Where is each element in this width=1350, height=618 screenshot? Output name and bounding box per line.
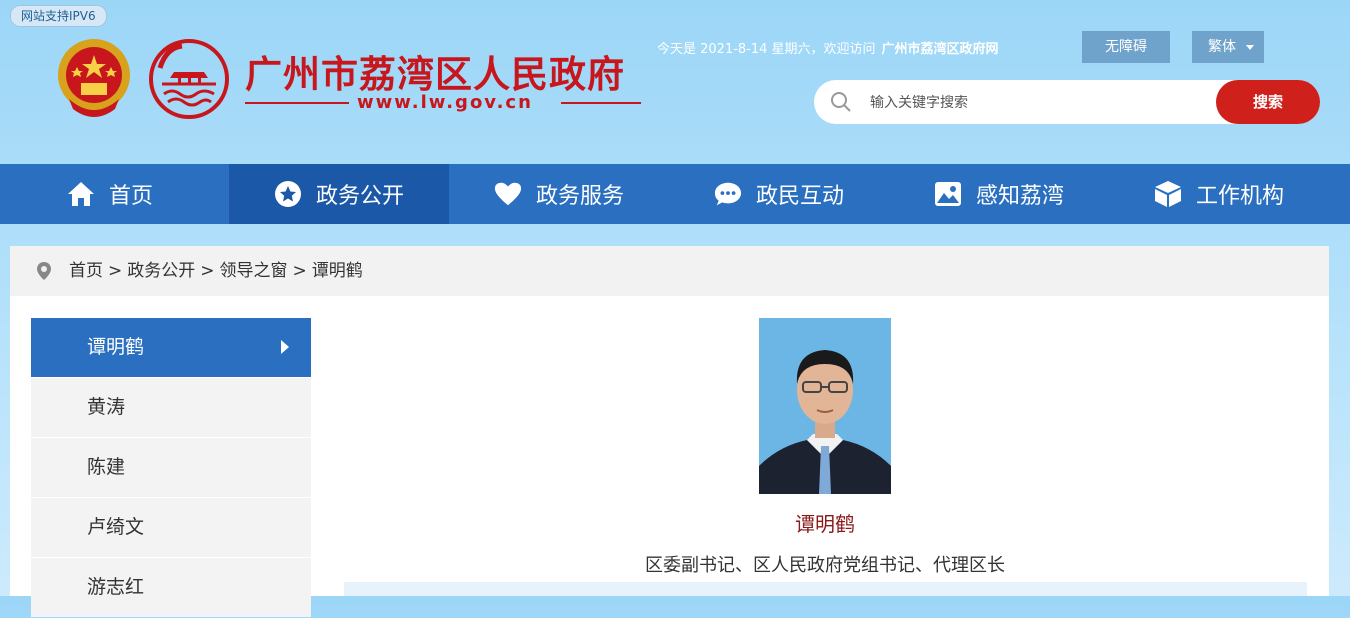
chat-icon bbox=[714, 180, 742, 208]
site-title: 广州市荔湾区人民政府 bbox=[245, 52, 625, 96]
breadcrumb-gov-affairs[interactable]: 政务公开 bbox=[127, 261, 195, 281]
nav-item-perceive-liwan[interactable]: 感知荔湾 bbox=[889, 164, 1109, 224]
sidebar-item-leader[interactable]: 谭明鹤 bbox=[31, 318, 311, 377]
sidebar-item-leader[interactable]: 游志红 bbox=[31, 558, 311, 617]
divider-left bbox=[245, 102, 349, 104]
welcome-message: 今天是 2021-8-14 星期六，欢迎访问 广州市荔湾区政府网 bbox=[657, 38, 999, 57]
leader-sidebar: 谭明鹤 黄涛 陈建 卢绮文 游志红 bbox=[31, 318, 311, 618]
breadcrumb-separator: > bbox=[108, 261, 123, 281]
nav-item-services[interactable]: 政务服务 bbox=[449, 164, 669, 224]
bio-section bbox=[344, 582, 1307, 596]
nav-label: 首页 bbox=[108, 184, 153, 209]
welcome-site-link[interactable]: 广州市荔湾区政府网 bbox=[882, 42, 999, 57]
heart-icon bbox=[494, 180, 522, 208]
national-emblem-icon bbox=[58, 39, 130, 117]
sidebar-item-label: 游志红 bbox=[87, 576, 145, 598]
home-icon bbox=[67, 180, 95, 208]
nav-item-interaction[interactable]: 政民互动 bbox=[669, 164, 889, 224]
welcome-text: 今天是 2021-8-14 星期六，欢迎访问 bbox=[657, 42, 876, 57]
leader-portrait bbox=[759, 318, 891, 494]
breadcrumb-trail: 首页 > 政务公开 > 领导之窗 > 谭明鹤 bbox=[69, 246, 363, 296]
breadcrumb-current: 谭明鹤 bbox=[311, 261, 363, 281]
breadcrumb-home[interactable]: 首页 bbox=[69, 261, 103, 281]
ipv6-badge: 网站支持IPV6 bbox=[10, 5, 107, 27]
nav-item-agencies[interactable]: 工作机构 bbox=[1109, 164, 1329, 224]
star-icon bbox=[274, 180, 302, 208]
sidebar-item-leader[interactable]: 陈建 bbox=[31, 438, 311, 497]
sidebar-item-leader[interactable]: 黄涛 bbox=[31, 378, 311, 437]
content-card: 首页>政务公开>领导之窗>谭明鹤 谭明鹤 黄涛 陈建 卢绮文 游志红 bbox=[10, 246, 1329, 617]
search-button[interactable]: 搜索 bbox=[1216, 80, 1320, 124]
nav-item-government-affairs[interactable]: 政务公开 bbox=[229, 164, 449, 224]
divider-right bbox=[561, 102, 641, 104]
location-pin-icon bbox=[37, 262, 51, 280]
nav-label: 政务公开 bbox=[315, 184, 404, 209]
search-icon bbox=[831, 92, 851, 112]
accessibility-button[interactable]: 无障碍 bbox=[1082, 31, 1170, 63]
breadcrumb-separator: > bbox=[200, 261, 215, 281]
breadcrumb: 首页 > 政务公开 > 领导之窗 > 谭明鹤 bbox=[10, 246, 1329, 296]
picture-icon bbox=[934, 180, 962, 208]
nav-label: 工作机构 bbox=[1195, 184, 1284, 209]
caret-down-icon bbox=[1246, 45, 1254, 50]
cube-icon bbox=[1154, 180, 1182, 208]
district-logo-icon bbox=[149, 39, 229, 119]
breadcrumb-separator: > bbox=[292, 261, 307, 281]
breadcrumb-leaders[interactable]: 领导之窗 bbox=[220, 261, 288, 281]
site-url: www.lw.gov.cn bbox=[357, 92, 533, 113]
nav-label: 感知荔湾 bbox=[975, 184, 1064, 209]
chevron-right-icon bbox=[281, 340, 289, 354]
leader-title: 区委副书记、区人民政府党组书记、代理区长 bbox=[645, 555, 1005, 576]
sidebar-item-label: 卢绮文 bbox=[87, 516, 145, 538]
main-nav: 首页 政务公开 政务服务 政民互动 感知荔湾 工作机构 bbox=[0, 164, 1350, 224]
site-url-row: www.lw.gov.cn bbox=[245, 92, 641, 114]
sidebar-item-label: 陈建 bbox=[87, 456, 126, 478]
search-input[interactable] bbox=[868, 92, 1202, 114]
sidebar-item-leader[interactable]: 卢绮文 bbox=[31, 498, 311, 557]
sidebar-item-label: 谭明鹤 bbox=[87, 336, 145, 358]
search-box: 搜索 bbox=[814, 80, 1320, 124]
language-select[interactable]: 繁体 bbox=[1192, 31, 1264, 63]
leader-name: 谭明鹤 bbox=[795, 512, 855, 536]
nav-label: 政务服务 bbox=[535, 184, 624, 209]
nav-label: 政民互动 bbox=[755, 184, 844, 209]
nav-item-home[interactable]: 首页 bbox=[0, 164, 220, 224]
sidebar-item-label: 黄涛 bbox=[87, 396, 126, 418]
language-label: 繁体 bbox=[1208, 39, 1236, 55]
